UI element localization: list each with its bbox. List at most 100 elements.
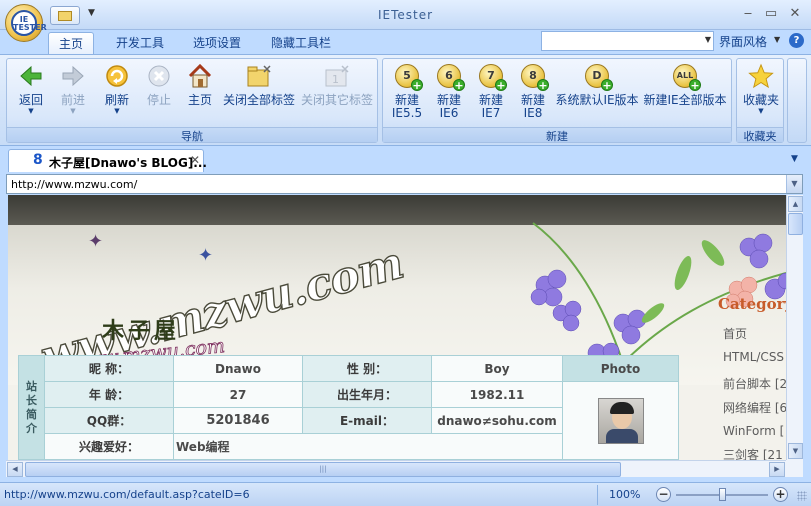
web-page-viewport: ✦ ✦ www.mzwu.com 木子屋 www.mzwu.com Catego… <box>8 195 786 460</box>
ui-style-dropdown-icon[interactable]: ▼ <box>774 35 780 44</box>
default-version-icon: D + <box>585 64 613 91</box>
address-url: http://www.mzwu.com/ <box>11 178 138 191</box>
home-icon <box>187 63 213 89</box>
help-icon[interactable]: ? <box>789 33 804 48</box>
tab-hide-toolbar[interactable]: 隐藏工具栏 <box>261 32 341 54</box>
back-button[interactable]: 返回 ▼ <box>13 63 49 115</box>
scrollbar-corner <box>786 460 803 477</box>
horizontal-scroll-thumb[interactable]: ||| <box>25 462 621 477</box>
ie8-version-icon: 8 + <box>521 64 549 91</box>
photo-cell <box>562 381 679 460</box>
ui-style-menu[interactable]: 界面风格 <box>719 33 767 50</box>
email-value: dnawo≠sohu.com <box>431 407 563 434</box>
vertical-scroll-thumb[interactable] <box>788 213 803 235</box>
close-all-tabs-button[interactable]: 关闭全部标签 <box>221 63 297 107</box>
forward-button[interactable]: 前进 ▼ <box>53 63 93 115</box>
address-dropdown-icon[interactable]: ▼ <box>786 175 802 193</box>
category-link[interactable]: 网络编程 [6 <box>723 399 786 416</box>
refresh-dropdown-icon[interactable]: ▼ <box>97 107 137 115</box>
qq-group-value: 5201846 <box>173 407 303 434</box>
system-default-ie-label: 系统默认IE版本 <box>555 93 639 107</box>
refresh-icon <box>104 63 130 89</box>
maximize-button[interactable]: ▭ <box>762 6 780 22</box>
back-dropdown-icon[interactable]: ▼ <box>13 107 49 115</box>
star-icon <box>748 63 774 89</box>
minimize-button[interactable]: ‒ <box>739 6 757 22</box>
hobby-value: Web编程 <box>173 433 563 460</box>
zoom-slider-thumb[interactable] <box>719 488 726 501</box>
ietester-logo-icon: IE TESTER <box>11 10 47 36</box>
new-ie7-button[interactable]: 7 + 新建 IE7 <box>473 63 509 120</box>
profile-side-label: 站 长 简 介 <box>18 355 45 460</box>
group-new-label: 新建 <box>383 127 731 143</box>
butterfly-icon: ✦ <box>88 231 104 252</box>
scroll-up-icon[interactable]: ▲ <box>788 196 803 212</box>
home-button[interactable]: 主页 <box>181 63 219 107</box>
refresh-button[interactable]: 刷新 ▼ <box>97 63 137 115</box>
group-favorites-label: 收藏夹 <box>737 127 783 143</box>
email-label: E-mail： <box>302 407 432 434</box>
butterfly-icon: ✦ <box>198 245 214 266</box>
stop-button[interactable]: 停止 <box>141 63 177 107</box>
forward-arrow-icon <box>60 63 86 89</box>
new-ie8-button[interactable]: 8 + 新建 IE8 <box>515 63 551 120</box>
age-label: 年 龄： <box>44 381 174 408</box>
new-all-ie-label: 新建IE全部版本 <box>643 93 727 107</box>
category-link[interactable]: HTML/CSS <box>723 350 784 364</box>
new-ie55-button[interactable]: 5 + 新建 IE5.5 <box>389 63 425 120</box>
system-default-ie-button[interactable]: D + 系统默认IE版本 <box>555 63 639 107</box>
scroll-down-icon[interactable]: ▼ <box>788 443 803 459</box>
gender-label: 性 别： <box>302 355 432 382</box>
close-tab-icon[interactable]: ✕ <box>190 153 200 167</box>
ie55-version-icon: 5 + <box>395 64 423 91</box>
vertical-scrollbar[interactable]: ▲ ▼ <box>786 195 803 460</box>
new-ie6-sublabel: IE6 <box>439 106 459 120</box>
zoom-in-icon[interactable]: + <box>773 487 788 502</box>
scroll-right-icon[interactable]: ▶ <box>769 462 785 477</box>
ie6-version-icon: 6 + <box>437 64 465 91</box>
zoom-out-icon[interactable]: − <box>656 487 671 502</box>
close-all-tabs-label: 关闭全部标签 <box>222 93 295 107</box>
close-other-tabs-icon: 1 <box>324 63 350 89</box>
chevron-down-icon[interactable]: ▼ <box>705 35 711 44</box>
flower-decoration <box>530 222 786 373</box>
forward-dropdown-icon[interactable]: ▼ <box>53 107 93 115</box>
close-other-tabs-button[interactable]: 1 关闭其它标签 <box>299 63 375 107</box>
new-ie7-sublabel: IE7 <box>481 106 501 120</box>
birth-label: 出生年月： <box>302 381 432 408</box>
close-all-tabs-icon <box>246 63 272 89</box>
title-bar: ▼ IETester ‒ ▭ ✕ <box>0 0 811 30</box>
tab-search-combo[interactable]: ▼ <box>541 31 714 51</box>
back-arrow-icon <box>18 63 44 89</box>
resize-grip-icon[interactable] <box>797 491 807 501</box>
category-link[interactable]: 前台脚本 [2 <box>723 375 786 392</box>
category-link[interactable]: 三剑客 [21 <box>723 446 783 460</box>
group-favorites: 收藏夹 ▼ 收藏夹 <box>736 58 784 143</box>
favorites-dropdown-icon[interactable]: ▼ <box>740 107 782 115</box>
profile-table: 站 长 简 介 昵 称： Dnawo 性 别： Boy Photo 年 龄： 2… <box>18 355 679 460</box>
horizontal-scrollbar[interactable]: ◀ ||| ▶ <box>6 460 786 477</box>
zoom-level[interactable]: 100% <box>609 488 640 501</box>
document-tab[interactable]: 8 木子屋[Dnawo's BLOG]... ✕ <box>8 149 207 172</box>
new-all-ie-button[interactable]: ALL + 新建IE全部版本 <box>643 63 727 107</box>
window-title: IETester <box>377 8 434 22</box>
new-ie6-button[interactable]: 6 + 新建 IE6 <box>431 63 467 120</box>
tab-list-dropdown-icon[interactable]: ▼ <box>791 154 798 164</box>
tab-home[interactable]: 主页 <box>48 32 95 54</box>
status-bar: http://www.mzwu.com/default.asp?cateID=6… <box>0 482 811 506</box>
close-other-tabs-label: 关闭其它标签 <box>300 93 373 107</box>
favorites-button[interactable]: 收藏夹 ▼ <box>740 63 782 115</box>
avatar <box>597 397 644 444</box>
photo-header: Photo <box>562 355 679 382</box>
tab-dev-tools[interactable]: 开发工具 <box>106 32 174 54</box>
address-bar[interactable]: http://www.mzwu.com/ ▼ <box>6 174 803 194</box>
app-menu-orb[interactable]: IE TESTER <box>5 4 47 42</box>
age-value: 27 <box>173 381 303 408</box>
category-link[interactable]: WinForm [ <box>723 424 784 438</box>
category-link[interactable]: 首页 <box>723 325 747 342</box>
group-new: 5 + 新建 IE5.5 6 + 新建 IE6 7 + 新建 IE7 8 + 新建 IE… <box>382 58 732 143</box>
tab-options[interactable]: 选项设置 <box>183 32 251 54</box>
document-tab-bar: 8 木子屋[Dnawo's BLOG]... ✕ ▼ <box>0 146 811 172</box>
close-button[interactable]: ✕ <box>786 6 804 22</box>
scroll-left-icon[interactable]: ◀ <box>7 462 23 477</box>
